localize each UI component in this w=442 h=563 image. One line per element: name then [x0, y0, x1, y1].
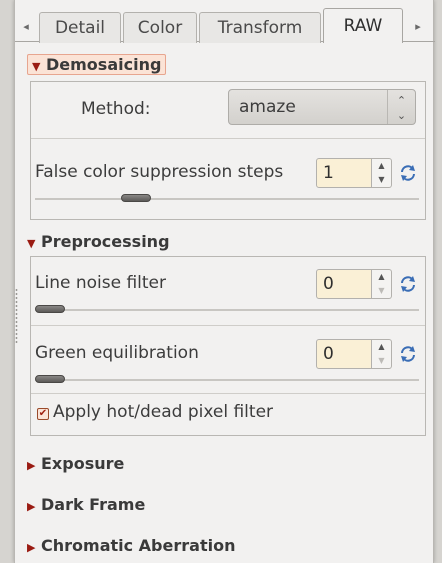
- method-combobox[interactable]: amaze ⌃ ⌄: [228, 89, 416, 125]
- expander-closed-icon: ▶: [27, 541, 36, 554]
- section-dark-frame-title: Dark Frame: [41, 495, 146, 514]
- expander-closed-icon: ▶: [27, 500, 36, 513]
- section-chromatic-aberration-header[interactable]: ▶ Chromatic Aberration: [27, 533, 235, 559]
- false-color-label: False color suppression steps: [35, 162, 284, 182]
- spin-down-icon[interactable]: ▼: [372, 173, 391, 187]
- hot-dead-label[interactable]: Apply hot/dead pixel filter: [53, 402, 273, 422]
- spin-down-icon[interactable]: ▼: [372, 354, 391, 368]
- tab-detail[interactable]: Detail: [39, 12, 121, 43]
- row-divider: [31, 393, 425, 394]
- tab-raw[interactable]: RAW: [323, 8, 403, 43]
- section-preprocessing-header[interactable]: ▼ Preprocessing: [27, 229, 170, 255]
- row-divider: [31, 325, 425, 326]
- updown-chevron-icon: ⌃ ⌄: [387, 90, 415, 124]
- line-noise-spin-buttons[interactable]: ▲ ▼: [372, 269, 392, 299]
- section-demosaicing-header[interactable]: ▼ Demosaicing: [27, 52, 167, 78]
- green-equil-label: Green equilibration: [35, 343, 199, 363]
- section-chromatic-aberration-title: Chromatic Aberration: [41, 536, 236, 555]
- section-preprocessing-title: Preprocessing: [41, 232, 170, 251]
- reset-refresh-icon[interactable]: [399, 345, 417, 363]
- method-label: Method:: [81, 99, 151, 119]
- reset-refresh-icon[interactable]: [399, 164, 417, 182]
- tab-scroll-left-icon[interactable]: ◂: [17, 14, 35, 40]
- section-exposure-title: Exposure: [41, 454, 125, 473]
- tab-scroll-right-icon[interactable]: ▸: [409, 14, 427, 40]
- tab-bar: ◂ Detail Color Transform RAW ▸: [15, 8, 435, 43]
- spin-up-icon[interactable]: ▲: [372, 159, 391, 173]
- spin-up-icon[interactable]: ▲: [372, 340, 391, 354]
- expander-open-icon: ▼: [32, 60, 41, 73]
- green-equil-slider-knob[interactable]: [35, 375, 65, 383]
- spin-up-icon[interactable]: ▲: [372, 270, 391, 284]
- hot-dead-checkbox[interactable]: ✔: [37, 408, 49, 420]
- preprocessing-panel: Line noise filter 0 ▲ ▼ Green equilibrat…: [30, 256, 426, 436]
- row-divider: [31, 138, 425, 139]
- section-dark-frame-header[interactable]: ▶ Dark Frame: [27, 492, 145, 518]
- line-noise-slider-track[interactable]: [35, 309, 419, 311]
- raw-tool-panel: ◂ Detail Color Transform RAW ▸ ▼ Demosaic…: [14, 0, 435, 563]
- line-noise-spin-input[interactable]: 0: [316, 269, 372, 299]
- green-equil-spin-buttons[interactable]: ▲ ▼: [372, 339, 392, 369]
- false-color-slider-knob[interactable]: [121, 194, 151, 202]
- panel-resize-grip[interactable]: [15, 288, 18, 344]
- section-demosaicing-highlight: ▼ Demosaicing: [27, 54, 167, 75]
- false-color-slider-track[interactable]: [35, 198, 419, 200]
- tab-color[interactable]: Color: [123, 12, 197, 43]
- green-equil-slider-track[interactable]: [35, 379, 419, 381]
- spin-down-icon[interactable]: ▼: [372, 284, 391, 298]
- false-color-spin-buttons[interactable]: ▲ ▼: [372, 158, 392, 188]
- false-color-spin-input[interactable]: 1: [316, 158, 372, 188]
- green-equil-spin-input[interactable]: 0: [316, 339, 372, 369]
- reset-refresh-icon[interactable]: [399, 275, 417, 293]
- expander-open-icon: ▼: [27, 237, 36, 250]
- section-exposure-header[interactable]: ▶ Exposure: [27, 451, 124, 477]
- tab-transform[interactable]: Transform: [199, 12, 321, 43]
- method-combobox-value: amaze: [239, 97, 296, 117]
- line-noise-slider-knob[interactable]: [35, 305, 65, 313]
- line-noise-label: Line noise filter: [35, 273, 166, 293]
- section-demosaicing-title: Demosaicing: [46, 55, 162, 74]
- expander-closed-icon: ▶: [27, 459, 36, 472]
- demosaicing-panel: Method: amaze ⌃ ⌄ False color suppression…: [30, 81, 426, 220]
